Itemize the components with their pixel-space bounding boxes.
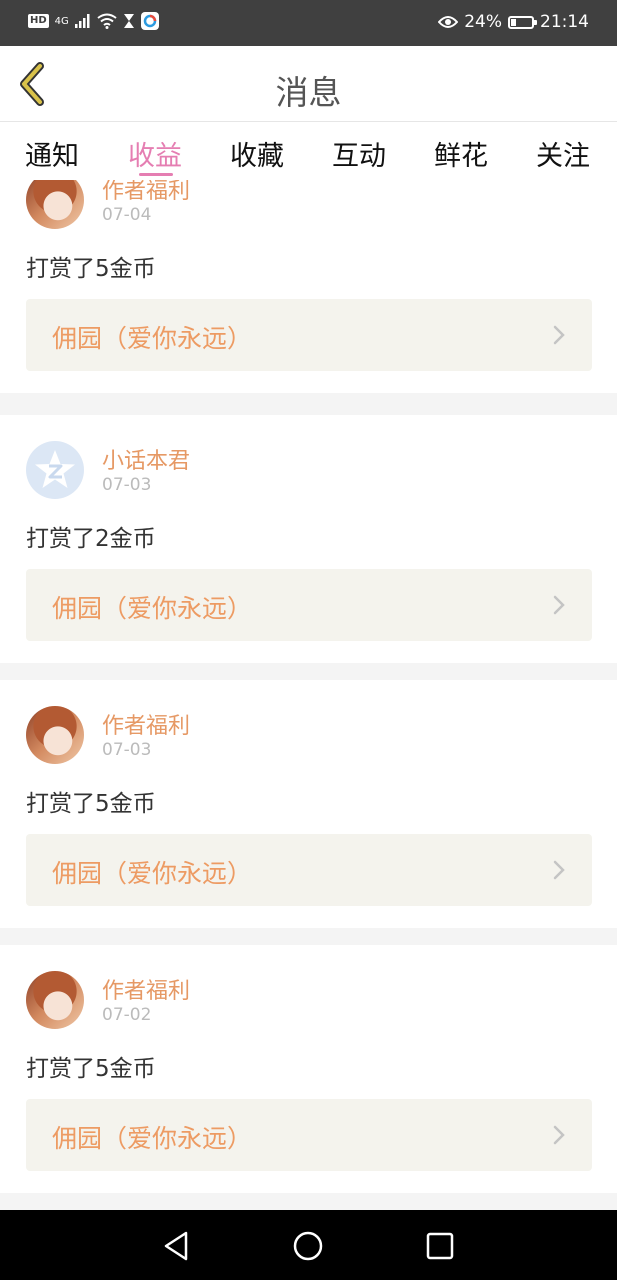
book-title: 佣园（爱你永远） (52, 594, 253, 623)
tab-notifications[interactable]: 通知 (25, 134, 79, 173)
message-text: 打赏了2金币 (26, 526, 156, 552)
tab-bar: 通知 收益 收藏 互动 鲜花 关注 (0, 122, 617, 180)
battery-icon (508, 15, 537, 29)
status-left: HD 4G (28, 12, 159, 30)
star-icon (35, 450, 75, 488)
home-circle-icon[interactable] (290, 1228, 326, 1264)
tab-following[interactable]: 关注 (536, 134, 590, 173)
app-header: 消息 (0, 46, 617, 122)
network-type: 4G (54, 15, 69, 27)
avatar[interactable] (26, 706, 84, 764)
hourglass-icon (123, 14, 134, 28)
avatar[interactable] (26, 441, 84, 499)
sender-name[interactable]: 小话本君 (102, 443, 190, 475)
recents-square-icon[interactable] (422, 1228, 458, 1264)
message-date: 07-03 (102, 740, 152, 760)
list-item: 作者福利 07-04 打赏了5金币 佣园（爱你永远） (0, 180, 617, 393)
avatar[interactable] (26, 971, 84, 1029)
message-date: 07-03 (102, 475, 152, 495)
chevron-right-icon (553, 1125, 565, 1145)
chevron-right-icon (553, 325, 565, 345)
list-item: 作者福利 07-02 打赏了5金币 佣园（爱你永远） (0, 945, 617, 1193)
clock: 21:14 (540, 12, 589, 32)
message-feed[interactable]: 作者福利 07-04 打赏了5金币 佣园（爱你永远） 小话本君 07-03 打赏… (0, 180, 617, 1210)
chevron-right-icon (553, 595, 565, 615)
message-date: 07-02 (102, 1005, 152, 1025)
book-title: 佣园（爱你永远） (52, 1124, 253, 1153)
book-title: 佣园（爱你永远） (52, 859, 253, 888)
active-tab-indicator (139, 173, 173, 176)
message-date: 07-04 (102, 205, 152, 225)
message-text: 打赏了5金币 (26, 256, 156, 282)
tab-favorites[interactable]: 收藏 (230, 134, 284, 173)
tab-flowers[interactable]: 鲜花 (434, 134, 488, 173)
status-right: 24% 21:14 (438, 12, 589, 32)
tab-earnings[interactable]: 收益 (128, 134, 182, 173)
book-link[interactable]: 佣园（爱你永远） (26, 1099, 592, 1171)
message-text: 打赏了5金币 (26, 1056, 156, 1082)
message-text: 打赏了5金币 (26, 791, 156, 817)
book-title: 佣园（爱你永远） (52, 324, 253, 353)
list-item: 小话本君 07-03 打赏了2金币 佣园（爱你永远） (0, 415, 617, 663)
eye-icon (438, 16, 459, 28)
wifi-icon (97, 13, 117, 29)
battery-percent: 24% (464, 12, 502, 32)
tab-interactions[interactable]: 互动 (332, 134, 386, 173)
hd-badge: HD (28, 14, 49, 28)
avatar[interactable] (26, 180, 84, 229)
chevron-right-icon (553, 860, 565, 880)
status-bar: HD 4G 24% 21:14 (0, 0, 617, 46)
system-nav-bar (0, 1210, 617, 1280)
page-title: 消息 (275, 73, 342, 112)
book-link[interactable]: 佣园（爱你永远） (26, 834, 592, 906)
sender-name[interactable]: 作者福利 (102, 973, 190, 1005)
list-item: 作者福利 07-03 打赏了5金币 佣园（爱你永远） (0, 680, 617, 928)
sender-name[interactable]: 作者福利 (102, 708, 190, 740)
back-triangle-icon[interactable] (158, 1228, 194, 1264)
book-link[interactable]: 佣园（爱你永远） (26, 299, 592, 371)
sender-name[interactable]: 作者福利 (102, 180, 190, 205)
app-icon (140, 12, 159, 30)
signal-icon (74, 14, 90, 28)
book-link[interactable]: 佣园（爱你永远） (26, 569, 592, 641)
